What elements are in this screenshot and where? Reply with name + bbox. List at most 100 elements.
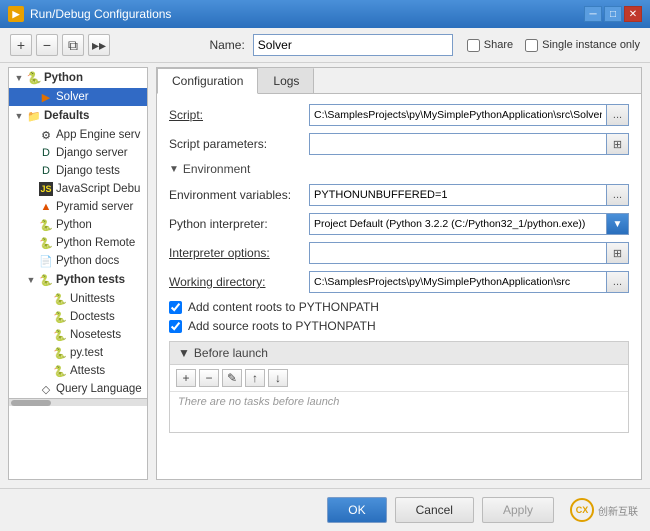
- tree-item-pyramid[interactable]: ▲ Pyramid server: [9, 198, 147, 216]
- tree-item-pytest[interactable]: 🐍 py.test: [9, 344, 147, 362]
- interp-options-input[interactable]: [309, 242, 607, 264]
- tab-logs[interactable]: Logs: [258, 68, 314, 93]
- env-vars-row: Environment variables: ...: [169, 184, 629, 206]
- add-config-button[interactable]: +: [10, 34, 32, 56]
- before-launch-remove-button[interactable]: −: [199, 369, 219, 387]
- maximize-button[interactable]: □: [604, 6, 622, 22]
- add-content-roots-checkbox[interactable]: [169, 301, 182, 314]
- tree-item-python-docs[interactable]: 📄 Python docs: [9, 252, 147, 270]
- pytest-label: py.test: [70, 347, 103, 359]
- tree-item-python[interactable]: 🐍 Python: [9, 216, 147, 234]
- tree-group-defaults[interactable]: ▼ 📁 Defaults: [9, 106, 147, 126]
- doctests-label: Doctests: [70, 311, 115, 323]
- copy-config-button[interactable]: ⧉: [62, 34, 84, 56]
- python-remote-label: Python Remote: [56, 237, 135, 249]
- expand-python-icon: ▼: [13, 72, 25, 84]
- tab-configuration[interactable]: Configuration: [157, 68, 258, 94]
- share-checkbox-label[interactable]: Share: [467, 39, 513, 52]
- add-content-roots-row: Add content roots to PYTHONPATH: [169, 300, 629, 314]
- before-launch-edit-button[interactable]: ✎: [222, 369, 242, 387]
- python-interp-row: Python interpreter: ▼: [169, 213, 629, 235]
- before-launch-add-button[interactable]: +: [176, 369, 196, 387]
- script-params-button[interactable]: ⊞: [607, 133, 629, 155]
- close-button[interactable]: ✕: [624, 6, 642, 22]
- toolbar: + − ⧉ ▸▸ Name: Share Single instance onl…: [0, 28, 650, 63]
- ok-button[interactable]: OK: [327, 497, 386, 523]
- apply-button[interactable]: Apply: [482, 497, 554, 523]
- tree-item-solver[interactable]: ▶ Solver: [9, 88, 147, 106]
- content-area: ▼ 🐍 Python ▶ Solver ▼ 📁 Defaults ⚙ App E…: [0, 63, 650, 488]
- dialog-body: + − ⧉ ▸▸ Name: Share Single instance onl…: [0, 28, 650, 531]
- before-launch-label: Before launch: [194, 346, 268, 360]
- tree-group-python[interactable]: ▼ 🐍 Python: [9, 68, 147, 88]
- minimize-button[interactable]: ─: [584, 6, 602, 22]
- solver-icon: ▶: [39, 90, 53, 104]
- tree-item-doctests[interactable]: 🐍 Doctests: [9, 308, 147, 326]
- python-group-label: Python: [44, 72, 83, 84]
- before-launch-down-button[interactable]: ↓: [268, 369, 288, 387]
- tree-item-django-tests[interactable]: D Django tests: [9, 162, 147, 180]
- interp-options-button[interactable]: ⊞: [607, 242, 629, 264]
- tree-group-python-tests[interactable]: ▼ 🐍 Python tests: [9, 270, 147, 290]
- expand-python-tests-icon: ▼: [25, 274, 37, 286]
- script-params-row: Script parameters: ⊞: [169, 133, 629, 155]
- working-dir-input[interactable]: [309, 271, 607, 293]
- share-checkbox[interactable]: [467, 39, 480, 52]
- watermark-logo: CX: [570, 498, 594, 522]
- python-interp-dropdown-button[interactable]: ▼: [607, 213, 629, 235]
- tree-scrollbar[interactable]: [9, 398, 147, 406]
- javascript-label: JavaScript Debu: [56, 183, 140, 195]
- before-launch-content: There are no tasks before launch: [170, 392, 628, 432]
- single-instance-checkbox[interactable]: [525, 39, 538, 52]
- spacer: [25, 91, 37, 103]
- script-browse-button[interactable]: ...: [607, 104, 629, 126]
- env-vars-browse-button[interactable]: ...: [607, 184, 629, 206]
- tree-item-app-engine[interactable]: ⚙ App Engine serv: [9, 126, 147, 144]
- app-engine-label: App Engine serv: [56, 129, 140, 141]
- config-name-input[interactable]: [253, 34, 453, 56]
- python-interp-input[interactable]: [309, 213, 607, 235]
- nosetests-icon: 🐍: [53, 328, 67, 342]
- tree-item-attests[interactable]: 🐍 Attests: [9, 362, 147, 380]
- before-launch-header: ▼ Before launch: [170, 342, 628, 365]
- watermark-text: 创新互联: [598, 503, 638, 518]
- interp-options-label: Interpreter options:: [169, 246, 309, 260]
- share-row: Share Single instance only: [467, 39, 640, 52]
- pyramid-icon: ▲: [39, 200, 53, 214]
- script-row: Script: ...: [169, 104, 629, 126]
- script-input[interactable]: [309, 104, 607, 126]
- nosetests-label: Nosetests: [70, 329, 121, 341]
- single-instance-checkbox-label[interactable]: Single instance only: [525, 39, 640, 52]
- tree-item-javascript[interactable]: JS JavaScript Debu: [9, 180, 147, 198]
- python-docs-icon: 📄: [39, 254, 53, 268]
- before-launch-up-button[interactable]: ↑: [245, 369, 265, 387]
- python-group-icon: 🐍: [27, 71, 41, 85]
- python-docs-label: Python docs: [56, 255, 119, 267]
- tree-item-query-language[interactable]: ◇ Query Language: [9, 380, 147, 398]
- environment-label: Environment: [183, 162, 250, 176]
- working-dir-row: Working directory: ...: [169, 271, 629, 293]
- tabs-row: Configuration Logs: [157, 68, 641, 94]
- attests-label: Attests: [70, 365, 105, 377]
- name-row: Name:: [209, 34, 452, 56]
- remove-config-button[interactable]: −: [36, 34, 58, 56]
- solver-label: Solver: [56, 91, 89, 103]
- add-source-roots-checkbox[interactable]: [169, 320, 182, 333]
- django-server-label: Django server: [56, 147, 128, 159]
- tree-item-django-server[interactable]: D Django server: [9, 144, 147, 162]
- cancel-button[interactable]: Cancel: [395, 497, 474, 523]
- tree-item-unittests[interactable]: 🐍 Unittests: [9, 290, 147, 308]
- doctests-icon: 🐍: [53, 310, 67, 324]
- tree-item-python-remote[interactable]: 🐍 Python Remote: [9, 234, 147, 252]
- before-launch-section: ▼ Before launch + − ✎ ↑ ↓ There are no t…: [169, 341, 629, 433]
- config-tree[interactable]: ▼ 🐍 Python ▶ Solver ▼ 📁 Defaults ⚙ App E…: [8, 67, 148, 480]
- more-button[interactable]: ▸▸: [88, 34, 110, 56]
- window-title: Run/Debug Configurations: [30, 7, 584, 21]
- env-vars-input[interactable]: [309, 184, 607, 206]
- tree-item-nosetests[interactable]: 🐍 Nosetests: [9, 326, 147, 344]
- script-params-input[interactable]: [309, 133, 607, 155]
- title-bar: ▶ Run/Debug Configurations ─ □ ✕: [0, 0, 650, 28]
- working-dir-browse-button[interactable]: ...: [607, 271, 629, 293]
- script-params-label: Script parameters:: [169, 137, 309, 151]
- attests-icon: 🐍: [53, 364, 67, 378]
